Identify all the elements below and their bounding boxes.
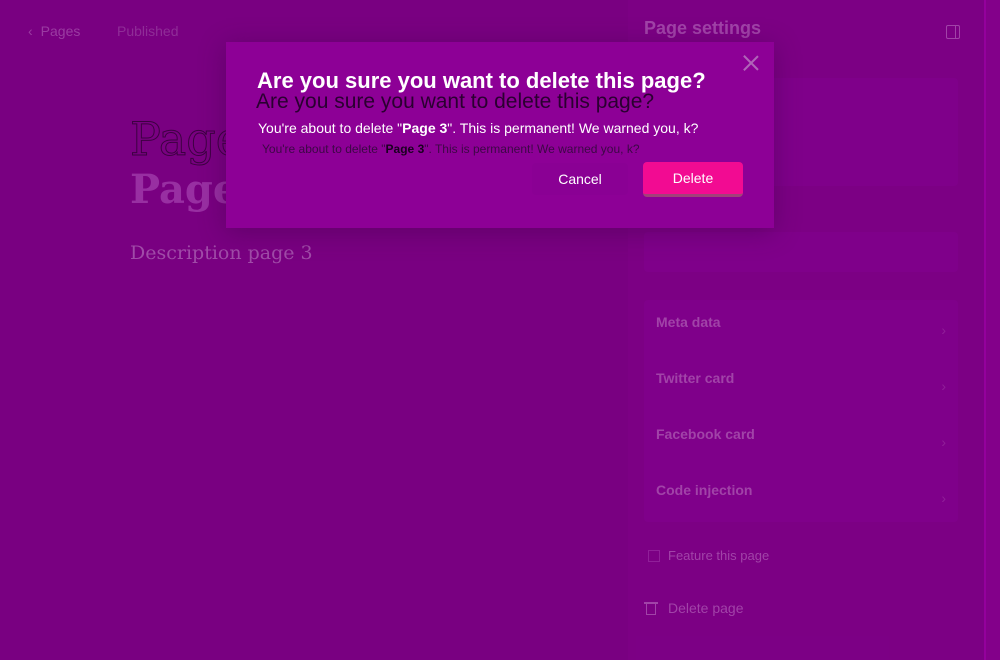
message-suffix: ". This is permanent! We warned you, k? [424,142,640,156]
message-prefix: You're about to delete " [262,142,386,156]
cancel-button[interactable]: Cancel [532,163,628,195]
modal-message-shadow: You're about to delete "Page 3". This is… [262,142,640,156]
delete-button[interactable]: Delete [643,162,743,197]
message-prefix: You're about to delete " [258,120,403,136]
message-suffix: ". This is permanent! We warned you, k? [447,120,699,136]
modal-message: You're about to delete "Page 3". This is… [258,120,698,136]
message-page-name: Page 3 [385,142,425,156]
modal-title-shadow: Are you sure you want to delete this pag… [256,90,655,113]
message-page-name: Page 3 [402,120,448,136]
close-icon[interactable] [742,54,760,72]
